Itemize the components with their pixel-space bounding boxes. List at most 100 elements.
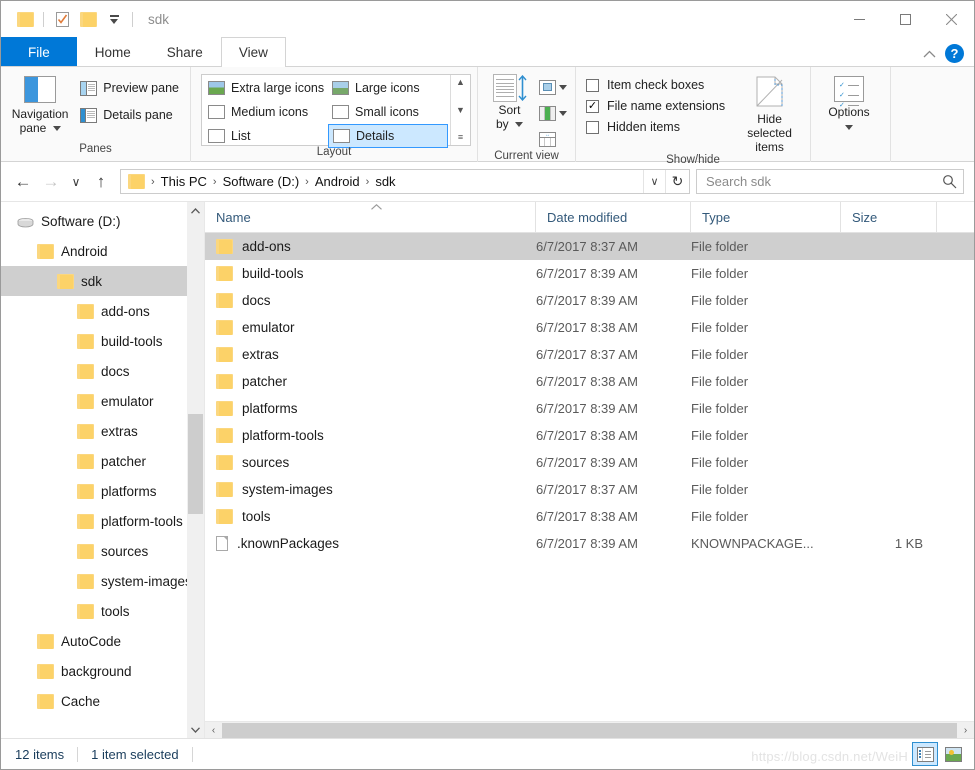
table-row[interactable]: .knownPackages 6/7/2017 8:39 AM KNOWNPACKA…: [205, 530, 974, 557]
tab-file[interactable]: File: [1, 37, 77, 66]
nav-item-background[interactable]: background: [1, 656, 204, 686]
nav-item-docs[interactable]: docs: [1, 356, 204, 386]
nav-item-build-tools[interactable]: build-tools: [1, 326, 204, 356]
hscroll-track[interactable]: [222, 722, 957, 739]
nav-item-autocode[interactable]: AutoCode: [1, 626, 204, 656]
scroll-track[interactable]: [187, 219, 204, 721]
nav-item-tools[interactable]: tools: [1, 596, 204, 626]
folder-icon[interactable]: [12, 7, 38, 33]
breadcrumb-this-pc[interactable]: This PC: [157, 174, 211, 189]
hscroll-right-icon[interactable]: ›: [957, 725, 974, 736]
add-columns-button[interactable]: [539, 102, 567, 124]
layout-extra-large-icons[interactable]: Extra large icons: [204, 76, 328, 100]
checked-doc-icon[interactable]: [49, 7, 75, 33]
tab-home[interactable]: Home: [77, 37, 149, 66]
layout-gallery-scrollbar[interactable]: ▲ ▼ ≡: [450, 75, 470, 145]
selection-status-label: 1 item selected: [91, 746, 179, 762]
group-by-button[interactable]: [539, 76, 567, 98]
layout-details[interactable]: Details: [328, 124, 448, 148]
nav-item-platform-tools[interactable]: platform-tools: [1, 506, 204, 536]
nav-item-extras[interactable]: extras: [1, 416, 204, 446]
back-button[interactable]: ←: [9, 168, 37, 196]
table-row[interactable]: add-ons 6/7/2017 8:37 AM File folder: [205, 233, 974, 260]
search-input[interactable]: Search sdk: [706, 174, 942, 189]
details-view-button[interactable]: [912, 742, 938, 766]
table-row[interactable]: platform-tools 6/7/2017 8:38 AM File folde…: [205, 422, 974, 449]
nav-item-sources[interactable]: sources: [1, 536, 204, 566]
breadcrumb-bar[interactable]: › This PC › Software (D:) › Android › sd…: [120, 169, 690, 194]
search-box[interactable]: Search sdk: [696, 169, 964, 194]
layout-medium-icons[interactable]: Medium icons: [204, 100, 328, 124]
chevron-down-icon[interactable]: [559, 84, 567, 90]
nav-item-patcher[interactable]: patcher: [1, 446, 204, 476]
table-row[interactable]: tools 6/7/2017 8:38 AM File folder: [205, 503, 974, 530]
recent-locations-button[interactable]: ∨: [65, 168, 87, 196]
gallery-expand-icon[interactable]: ≡: [458, 133, 463, 142]
item-check-boxes-checkbox[interactable]: Item check boxes: [586, 78, 725, 92]
breadcrumb-separator[interactable]: ›: [303, 176, 311, 188]
navpane-scrollbar[interactable]: [187, 202, 204, 738]
hscroll-left-icon[interactable]: ‹: [205, 725, 222, 736]
tab-view[interactable]: View: [220, 37, 286, 67]
breadcrumb-android[interactable]: Android: [311, 174, 364, 189]
scroll-up-icon[interactable]: [187, 202, 204, 219]
nav-item-sdk[interactable]: sdk: [1, 266, 204, 296]
collapse-ribbon-icon[interactable]: [923, 50, 936, 58]
scroll-down-icon[interactable]: [187, 721, 204, 738]
navigation-pane-button[interactable]: Navigation pane: [9, 73, 71, 135]
gallery-scroll-down-icon[interactable]: ▼: [456, 105, 465, 115]
file-list-hscrollbar[interactable]: ‹ ›: [205, 721, 974, 738]
table-row[interactable]: patcher 6/7/2017 8:38 AM File folder: [205, 368, 974, 395]
minimize-button[interactable]: [836, 1, 882, 37]
nav-item-android[interactable]: Android: [1, 236, 204, 266]
nav-item-add-ons[interactable]: add-ons: [1, 296, 204, 326]
nav-item-cache[interactable]: Cache: [1, 686, 204, 716]
breadcrumb-sdk[interactable]: sdk: [371, 174, 399, 189]
hide-selected-items-button[interactable]: Hide selected items: [737, 73, 802, 154]
large-icons-view-button[interactable]: [940, 742, 966, 766]
nav-item-software-d[interactable]: Software (D:): [1, 206, 204, 236]
column-header-date-modified[interactable]: Date modified: [536, 201, 691, 233]
file-name-extensions-checkbox[interactable]: ✓ File name extensions: [586, 99, 725, 113]
add-columns-icon: [539, 105, 556, 121]
table-row[interactable]: platforms 6/7/2017 8:39 AM File folder: [205, 395, 974, 422]
layout-small-icons[interactable]: Small icons: [328, 100, 448, 124]
table-row[interactable]: sources 6/7/2017 8:39 AM File folder: [205, 449, 974, 476]
nav-item-platforms[interactable]: platforms: [1, 476, 204, 506]
chevron-down-icon[interactable]: [559, 110, 567, 116]
breadcrumb-separator[interactable]: ›: [364, 176, 372, 188]
breadcrumb-software-d[interactable]: Software (D:): [219, 174, 304, 189]
table-row[interactable]: system-images 6/7/2017 8:37 AM File folder: [205, 476, 974, 503]
refresh-icon[interactable]: ↻: [665, 170, 689, 193]
table-row[interactable]: extras 6/7/2017 8:37 AM File folder: [205, 341, 974, 368]
gallery-scroll-up-icon[interactable]: ▲: [456, 78, 465, 87]
new-folder-icon[interactable]: [75, 7, 101, 33]
tab-share[interactable]: Share: [149, 37, 221, 66]
table-row[interactable]: build-tools 6/7/2017 8:39 AM File folder: [205, 260, 974, 287]
forward-button[interactable]: →: [37, 168, 65, 196]
address-dropdown-icon[interactable]: ∨: [643, 170, 665, 193]
up-button[interactable]: ↑: [87, 168, 115, 196]
maximize-button[interactable]: [882, 1, 928, 37]
options-button[interactable]: ✓ ✓ ✓ Options: [818, 73, 880, 133]
close-button[interactable]: [928, 1, 974, 37]
table-row[interactable]: docs 6/7/2017 8:39 AM File folder: [205, 287, 974, 314]
layout-large-icons[interactable]: Large icons: [328, 76, 448, 100]
details-pane-button[interactable]: Details pane: [77, 105, 182, 125]
size-all-columns-button[interactable]: ↔: [539, 128, 567, 150]
hidden-items-checkbox[interactable]: Hidden items: [586, 120, 725, 134]
breadcrumb-separator[interactable]: ›: [211, 176, 219, 188]
table-row[interactable]: emulator 6/7/2017 8:38 AM File folder: [205, 314, 974, 341]
nav-item-system-images[interactable]: system-images: [1, 566, 204, 596]
search-icon[interactable]: [942, 174, 957, 189]
scroll-thumb[interactable]: [188, 414, 203, 514]
customize-qat-dropdown-icon[interactable]: [101, 7, 127, 33]
help-button[interactable]: ?: [945, 44, 964, 63]
hscroll-thumb[interactable]: [222, 722, 957, 738]
nav-item-emulator[interactable]: emulator: [1, 386, 204, 416]
sort-by-button[interactable]: Sort by: [484, 73, 535, 131]
column-header-type[interactable]: Type: [691, 201, 841, 233]
preview-pane-button[interactable]: Preview pane: [77, 78, 182, 98]
layout-list[interactable]: List: [204, 124, 328, 148]
column-header-size[interactable]: Size: [841, 201, 937, 233]
